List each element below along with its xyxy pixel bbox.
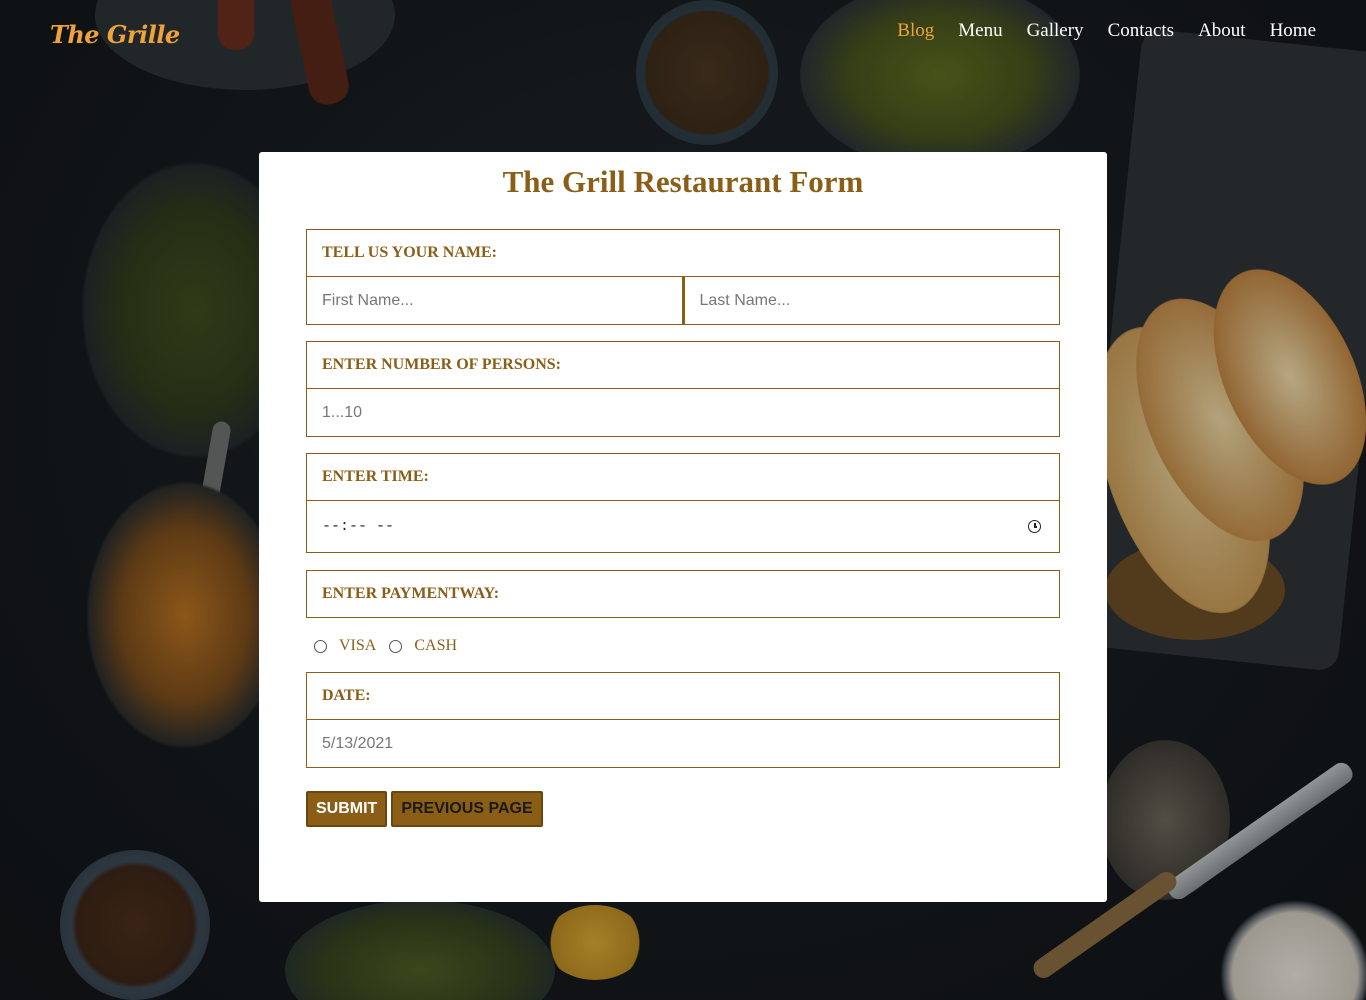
visa-label[interactable]: VISA <box>339 637 376 655</box>
main-nav: Blog Menu Gallery Contacts About Home <box>897 20 1316 42</box>
last-name-input[interactable]: Last Name... <box>682 277 1060 325</box>
first-name-input[interactable]: First Name... <box>306 277 683 325</box>
form-title: The Grill Restaurant Form <box>502 164 864 199</box>
payment-label: ENTER PAYMENTWAY: <box>306 570 1060 618</box>
nav-link-home[interactable]: Home <box>1270 20 1316 42</box>
submit-button[interactable]: SUBMIT <box>306 791 388 827</box>
cash-label[interactable]: CASH <box>414 637 457 655</box>
nav-link-gallery[interactable]: Gallery <box>1027 20 1084 42</box>
payment-group: ENTER PAYMENTWAY: <box>306 570 1060 618</box>
date-group: DATE: 5/13/2021 <box>306 672 1060 768</box>
time-value: --:-- -- <box>322 518 395 535</box>
nav-link-contacts[interactable]: Contacts <box>1108 20 1175 42</box>
persons-group: ENTER NUMBER OF PERSONS: 1...10 <box>306 341 1060 437</box>
time-input[interactable]: --:-- -- <box>306 501 1060 553</box>
nav-link-about[interactable]: About <box>1198 20 1246 42</box>
time-group: ENTER TIME: --:-- -- <box>306 453 1060 553</box>
form-buttons: SUBMIT PREVIOUS PAGE <box>306 791 543 827</box>
nav-link-blog[interactable]: Blog <box>897 20 934 42</box>
cash-radio[interactable] <box>389 639 403 653</box>
name-group: TELL US YOUR NAME: First Name... Last Na… <box>306 229 1060 325</box>
date-label: DATE: <box>306 672 1060 720</box>
persons-label: ENTER NUMBER OF PERSONS: <box>306 341 1060 389</box>
name-label: TELL US YOUR NAME: <box>306 229 1060 277</box>
site-logo[interactable]: The Grille <box>50 20 180 49</box>
previous-page-button[interactable]: PREVIOUS PAGE <box>391 791 543 827</box>
visa-radio[interactable] <box>314 639 327 653</box>
date-input[interactable]: 5/13/2021 <box>306 720 1060 768</box>
persons-input[interactable]: 1...10 <box>306 389 1060 437</box>
reservation-form-card: The Grill Restaurant Form TELL US YOUR N… <box>259 152 1107 902</box>
clock-icon[interactable] <box>1028 520 1041 533</box>
nav-link-menu[interactable]: Menu <box>958 20 1002 42</box>
payment-options: VISA CASH <box>314 637 470 655</box>
time-label: ENTER TIME: <box>306 453 1060 501</box>
